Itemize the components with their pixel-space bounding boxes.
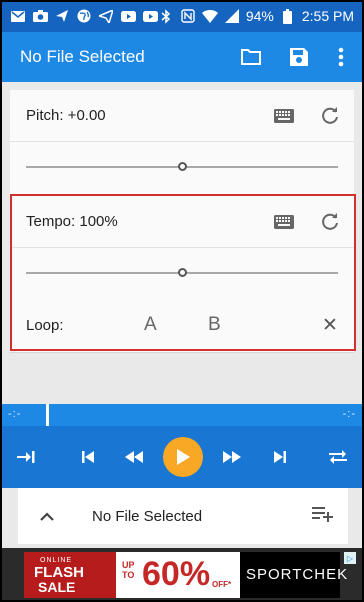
keyboard-icon [274,109,294,123]
pitch-reset-button[interactable] [318,104,342,128]
tempo-slider-row [10,248,354,300]
next-icon [274,451,286,463]
keyboard-icon [274,215,294,229]
expand-button[interactable] [40,508,54,526]
loop-point-a-button[interactable]: A [144,314,157,336]
pitch-slider-row [10,142,354,194]
ad-percent-text: 60% [142,555,211,593]
folder-icon [241,49,261,65]
youtube-icon [120,8,136,24]
more-vert-icon [338,47,344,67]
playlist-add-icon [312,507,333,522]
pitch-card: Pitch: +0.00 [10,90,354,195]
camera-icon [32,8,48,24]
pitch-slider-thumb[interactable] [177,162,187,171]
repeat-mode-button[interactable] [326,445,350,469]
ad-off-text: OFF* [212,580,232,589]
previous-icon [82,451,94,463]
refresh-icon [322,213,338,230]
ad-discount-panel: UP TO 60% OFF* [116,552,240,598]
skip-to-start-button[interactable] [14,445,38,469]
progress-handle[interactable] [46,404,49,426]
play-button[interactable] [163,437,203,477]
open-file-button[interactable] [238,44,264,70]
signal-icon [224,8,240,24]
tempo-label: Tempo: 100% [26,213,118,230]
tempo-reset-button[interactable] [318,210,342,234]
ad-sale-text: SALE [38,579,76,595]
chevron-up-icon [40,512,54,521]
globe-icon [76,8,92,24]
save-button[interactable] [286,44,312,70]
wifi-icon [201,8,218,24]
pitch-label: Pitch: +0.00 [26,107,106,124]
tempo-header: Tempo: 100% [10,196,354,248]
mail-icon [10,8,26,24]
current-time: -:- [8,408,22,420]
app-bar: No File Selected [2,32,362,82]
ad-up-to-text: UP TO [122,560,135,580]
now-playing-title: No File Selected [92,508,203,525]
youtube-icon [142,8,158,24]
ad-online-text: ONLINE [40,557,73,564]
battery-icon [280,8,296,24]
app-frame: 94% 2:55 PM No File Selected Pitch: +0.0… [0,0,364,602]
paper-plane-icon [98,8,114,24]
battery-percent: 94% [245,8,274,24]
app-bar-title: No File Selected [20,47,145,66]
now-playing-bar[interactable]: No File Selected [18,488,348,544]
clock: 2:55 PM [301,8,354,24]
ad-brand-text: SPORTCHEK [240,552,347,598]
fast-forward-icon [223,451,241,463]
total-time: -:- [342,408,356,420]
rewind-button[interactable] [122,445,146,469]
loop-point-b-button[interactable]: B [208,314,221,336]
nfc-icon [180,8,196,24]
pitch-keyboard-button[interactable] [272,104,296,128]
tempo-card: Tempo: 100% [10,196,354,301]
loop-card: Loop: A B ✕ [10,300,354,353]
add-to-playlist-button[interactable] [312,506,334,527]
transport-controls [2,426,362,488]
send-icon [54,8,70,24]
bluetooth-icon [158,8,174,24]
loop-row: Loop: A B ✕ [10,300,354,352]
progress-bar[interactable]: -:- -:- [2,404,362,426]
ad-choices-icon[interactable]: ▷ [344,552,356,564]
skip-to-start-icon [17,451,35,463]
loop-clear-button[interactable]: ✕ [322,314,338,337]
ad-flash-sale-panel: ONLINE FLASH SALE [24,552,116,598]
ad-banner[interactable]: ONLINE FLASH SALE UP TO 60% OFF* SPORTCH… [2,548,362,600]
tempo-keyboard-button[interactable] [272,210,296,234]
save-icon [290,48,308,66]
overflow-menu-button[interactable] [328,44,354,70]
previous-track-button[interactable] [76,445,100,469]
tempo-slider-thumb[interactable] [177,268,187,277]
loop-label: Loop: [26,317,64,334]
status-bar: 94% 2:55 PM [2,2,362,32]
ad-flash-text: FLASH [34,564,84,581]
play-icon [177,449,190,465]
system-icons: 94% 2:55 PM [158,8,354,24]
pitch-header: Pitch: +0.00 [10,90,354,142]
fast-forward-button[interactable] [220,445,244,469]
rewind-icon [125,451,143,463]
next-track-button[interactable] [268,445,292,469]
refresh-icon [322,107,338,124]
notification-icons [10,8,158,24]
repeat-icon [329,450,347,464]
